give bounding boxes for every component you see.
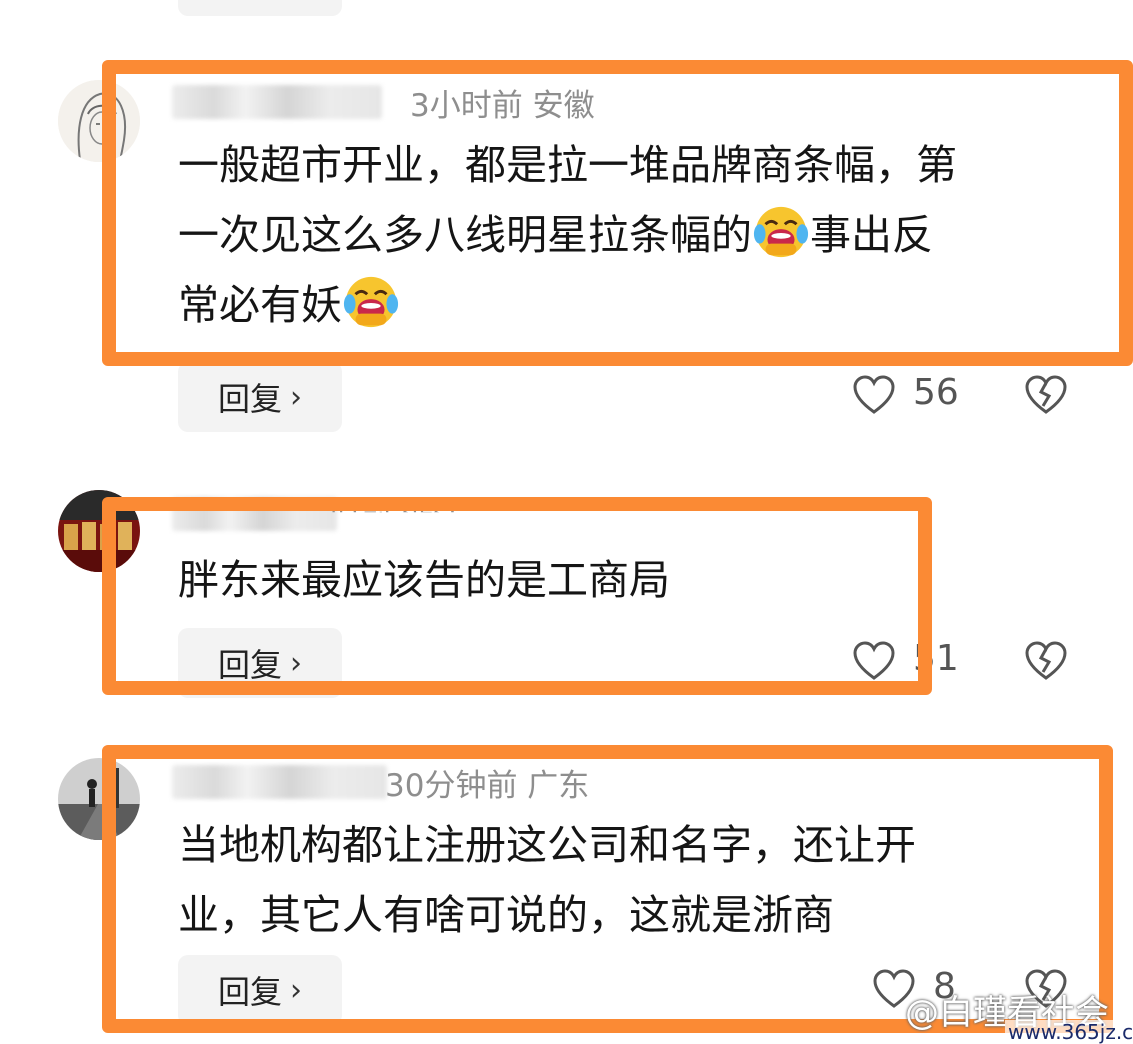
like-heart-icon[interactable] [852,374,896,416]
watermark-url: www.365jz.com [1005,1020,1133,1044]
dislike-broken-heart-icon[interactable] [1024,640,1068,682]
reply-button[interactable]: 回复 › [178,362,342,432]
reply-label: 回复 [217,380,282,418]
dislike-broken-heart-icon[interactable] [1024,374,1068,416]
highlight-box [102,497,932,695]
like-count: 56 [913,372,959,413]
reply-button-previous[interactable] [178,0,342,16]
highlight-box [102,60,1133,366]
chevron-right-icon: › [290,379,302,415]
